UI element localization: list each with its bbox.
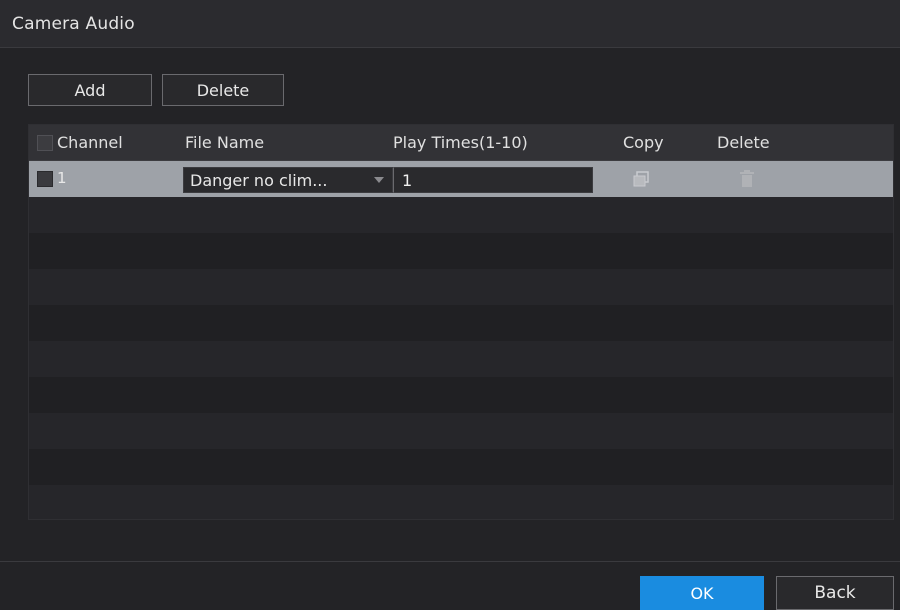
back-button[interactable]: Back	[776, 576, 894, 610]
audio-table: Channel File Name Play Times(1-10) Copy …	[28, 124, 894, 520]
ok-button[interactable]: OK	[640, 576, 764, 610]
title-bar: Camera Audio	[0, 0, 900, 48]
table-row	[29, 485, 893, 519]
table-row	[29, 269, 893, 305]
delete-button[interactable]: Delete	[162, 74, 284, 106]
chevron-down-icon	[374, 177, 384, 183]
table-row	[29, 377, 893, 413]
file-name-dropdown[interactable]: Danger no clim...	[183, 167, 393, 193]
table-row	[29, 413, 893, 449]
copy-icon[interactable]	[633, 171, 649, 187]
footer-divider	[0, 561, 900, 562]
table-row	[29, 233, 893, 269]
table-row	[29, 197, 893, 233]
header-channel: Channel	[57, 133, 123, 152]
window-title: Camera Audio	[12, 14, 135, 34]
file-name-value: Danger no clim...	[190, 171, 328, 190]
play-times-input[interactable]	[393, 167, 593, 193]
row-channel: 1	[57, 169, 67, 187]
header-copy: Copy	[623, 133, 664, 152]
header-delete: Delete	[717, 133, 770, 152]
header-play-times: Play Times(1-10)	[393, 133, 528, 152]
table-row	[29, 305, 893, 341]
header-file-name: File Name	[185, 133, 265, 152]
table-row	[29, 449, 893, 485]
table-header: Channel File Name Play Times(1-10) Copy …	[29, 125, 893, 161]
trash-icon[interactable]	[740, 170, 754, 187]
table-row	[29, 341, 893, 377]
row-checkbox[interactable]	[37, 171, 53, 187]
select-all-checkbox[interactable]	[37, 135, 53, 151]
add-button[interactable]: Add	[28, 74, 152, 106]
camera-audio-window: Camera Audio Add Delete Channel File Nam…	[0, 0, 900, 610]
